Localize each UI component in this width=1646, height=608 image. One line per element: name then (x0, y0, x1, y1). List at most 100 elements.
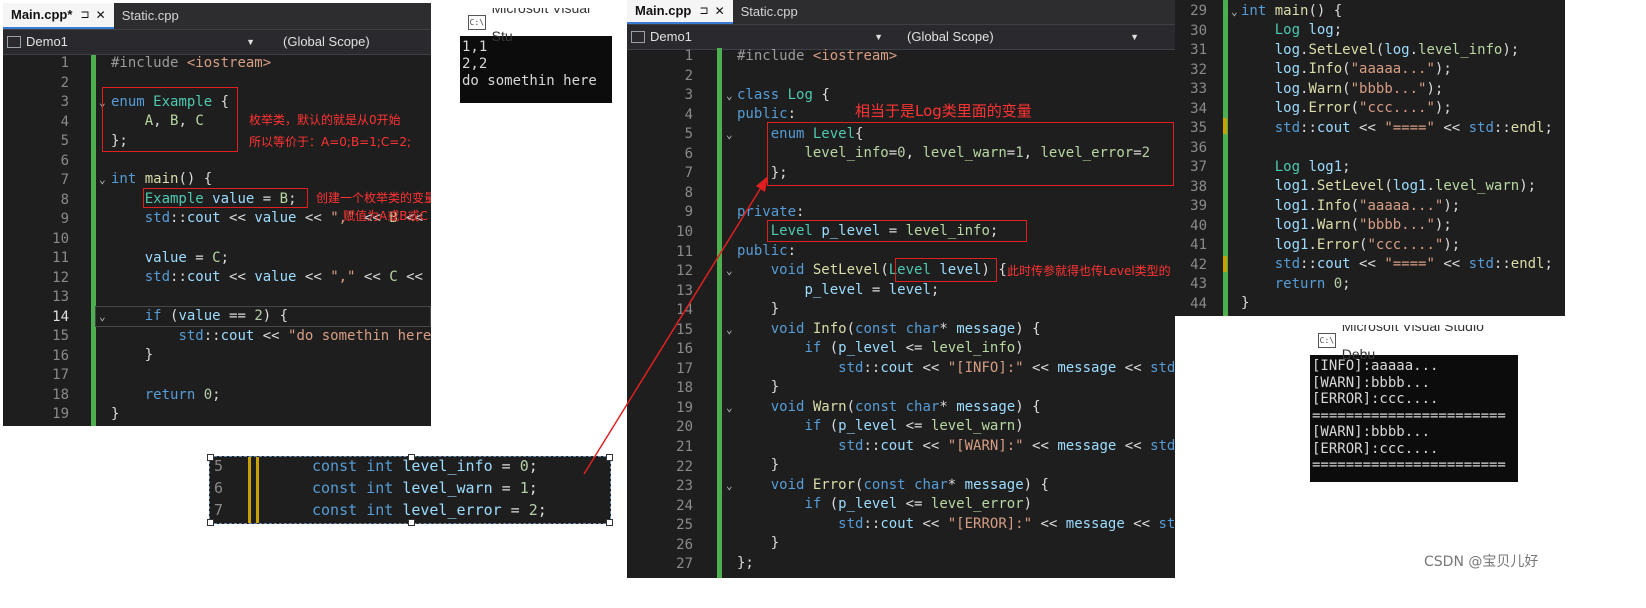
line-number: 36 (1190, 139, 1207, 156)
resize-handle[interactable] (606, 519, 613, 526)
project-dropdown[interactable]: Demo1 ▼ (3, 30, 261, 54)
pin-icon[interactable]: ⊐ (699, 0, 708, 24)
line-number: 37 (1190, 159, 1207, 175)
fold-icon[interactable]: ⌄ (726, 401, 733, 414)
resize-handle[interactable] (408, 519, 415, 526)
project-icon (631, 31, 645, 43)
left-nav-bar: Demo1 ▼ (Global Scope) (3, 29, 431, 55)
line-number: 1 (684, 48, 693, 64)
middle-code-area[interactable]: 1 2 3 4 5 6 7 8 9 10 11 12 13 14 15 16 17 18 19 20 21 22 23 24 2… (627, 48, 1175, 578)
resize-handle[interactable] (207, 519, 214, 526)
project-dropdown[interactable]: Demo1 ▼ (627, 25, 889, 49)
close-icon[interactable]: ✕ (96, 3, 106, 28)
close-icon[interactable]: ✕ (715, 0, 725, 24)
line-number: 18 (52, 386, 69, 403)
console-icon: C:\ (468, 14, 486, 30)
param-annotation: 此时传参就得也传Level类型的 (1007, 264, 1171, 278)
console-icon: C:\ (1318, 332, 1336, 348)
console-line: do somethin here (462, 73, 597, 89)
resize-handle[interactable] (408, 454, 415, 461)
line-number: 3 (684, 87, 693, 104)
line-number: 20 (676, 419, 693, 436)
line-number: 6 (60, 152, 69, 169)
resize-handle[interactable] (207, 454, 214, 461)
fold-icon[interactable]: ⌄ (726, 323, 733, 336)
fold-icon[interactable]: ⌄ (99, 310, 106, 323)
line-number: 35 (1190, 120, 1207, 136)
enum-equivalent-snippet: 567 const int level_info = 0; const int … (207, 454, 613, 526)
line-number: 44 (1190, 295, 1207, 312)
variable-annotation: 赋值为A或B或C (343, 209, 428, 223)
tab-static-cpp[interactable]: Static.cpp (114, 3, 187, 29)
enum-annotation: 所以等价于：A=0;B=1;C=2; (249, 135, 412, 149)
change-margin (717, 48, 722, 578)
line-number: 43 (1190, 276, 1207, 292)
line-number: 11 (676, 243, 693, 260)
enum-annotation: 枚举类，默认的就是从0开始 (249, 113, 401, 127)
resize-handle[interactable] (606, 454, 613, 461)
scope-dropdown[interactable]: (Global Scope) (283, 30, 431, 54)
line-number: 10 (676, 223, 693, 240)
fold-icon[interactable]: ⌄ (99, 173, 106, 186)
fold-icon[interactable]: ⌄ (726, 128, 733, 141)
tab-static-cpp[interactable]: Static.cpp (733, 0, 806, 24)
chevron-down-icon: ▼ (246, 37, 255, 47)
line-number: 9 (684, 204, 693, 221)
console-line: 2,2 (462, 56, 488, 72)
line-number: 2 (60, 74, 69, 91)
fold-icon[interactable]: ⌄ (726, 89, 733, 102)
line-number: 33 (1190, 81, 1207, 97)
line-number: 18 (676, 380, 693, 397)
left-editor: Main.cpp* ⊐ ✕ Static.cpp Demo1 ▼ (Global Sc… (3, 3, 431, 426)
pin-icon[interactable]: ⊐ (80, 3, 89, 28)
line-number: 8 (684, 184, 693, 201)
line-number: 31 (1190, 42, 1207, 58)
line-number: 2 (684, 67, 693, 84)
line-number: 17 (676, 360, 693, 377)
line-number: 6 (684, 145, 693, 162)
scope-dropdown[interactable]: (Global Scope) ▼ (907, 25, 1145, 49)
change-margin-modified (1223, 256, 1227, 272)
line-number: 13 (52, 289, 69, 305)
line-number: 40 (1190, 217, 1207, 234)
snippet-margin (248, 457, 251, 523)
line-number: 39 (1190, 198, 1207, 214)
watermark: CSDN @宝贝儿好 (1424, 554, 1539, 570)
middle-nav-bar: Demo1 ▼ (Global Scope) ▼ (627, 24, 1175, 50)
line-number: 5 (60, 133, 69, 149)
console-line: [ERROR]:ccc.... (1312, 391, 1439, 407)
line-number: 7 (214, 501, 224, 519)
left-code-area[interactable]: 1 2 3 4 5 6 7 8 9 10 11 12 13 14 15 16 17 18 19 #include <… (3, 55, 431, 426)
console-line: [WARN]:bbbb... (1312, 374, 1431, 391)
line-number: 14 (52, 308, 69, 325)
line-number: 7 (60, 172, 69, 188)
line-number: 14 (676, 302, 693, 319)
console-output: [INFO]:aaaaa... [WARN]:bbbb... [ERROR]:ccc… (1310, 355, 1518, 474)
fold-icon[interactable]: ⌄ (726, 479, 733, 492)
line-number: 19 (52, 406, 69, 422)
line-number: 5 (214, 457, 224, 475)
tab-main-cpp[interactable]: Main.cpp* ⊐ ✕ (3, 3, 114, 29)
line-number: 34 (1190, 100, 1207, 117)
line-number: 24 (676, 497, 693, 514)
line-number: 8 (60, 191, 69, 208)
line-number: 13 (676, 282, 693, 299)
snippet-margin (256, 457, 259, 523)
fold-icon[interactable]: ⌄ (1231, 5, 1238, 18)
console-title-bar: C:\ Microsoft Visual Studio Debu (1310, 325, 1518, 362)
line-number: 6 (214, 479, 224, 497)
console-line: ======================= (1312, 407, 1506, 424)
line-number: 5 (684, 126, 693, 143)
line-number: 15 (52, 328, 69, 344)
left-tab-bar: Main.cpp* ⊐ ✕ Static.cpp (3, 3, 431, 29)
line-number: 30 (1190, 22, 1207, 39)
debug-console-large: C:\ Microsoft Visual Studio Debu [INFO]:a… (1310, 325, 1518, 482)
line-number: 16 (52, 347, 69, 364)
debug-console-small: C:\ Microsoft Visual Stu 1,1 2,2 do somethi… (460, 8, 612, 103)
line-number: 12 (676, 263, 693, 280)
line-number: 4 (60, 113, 69, 130)
tab-main-cpp[interactable]: Main.cpp ⊐ ✕ (627, 0, 733, 24)
fold-icon[interactable]: ⌄ (726, 264, 733, 277)
change-margin-modified (1223, 118, 1227, 134)
line-number: 1 (60, 55, 69, 71)
